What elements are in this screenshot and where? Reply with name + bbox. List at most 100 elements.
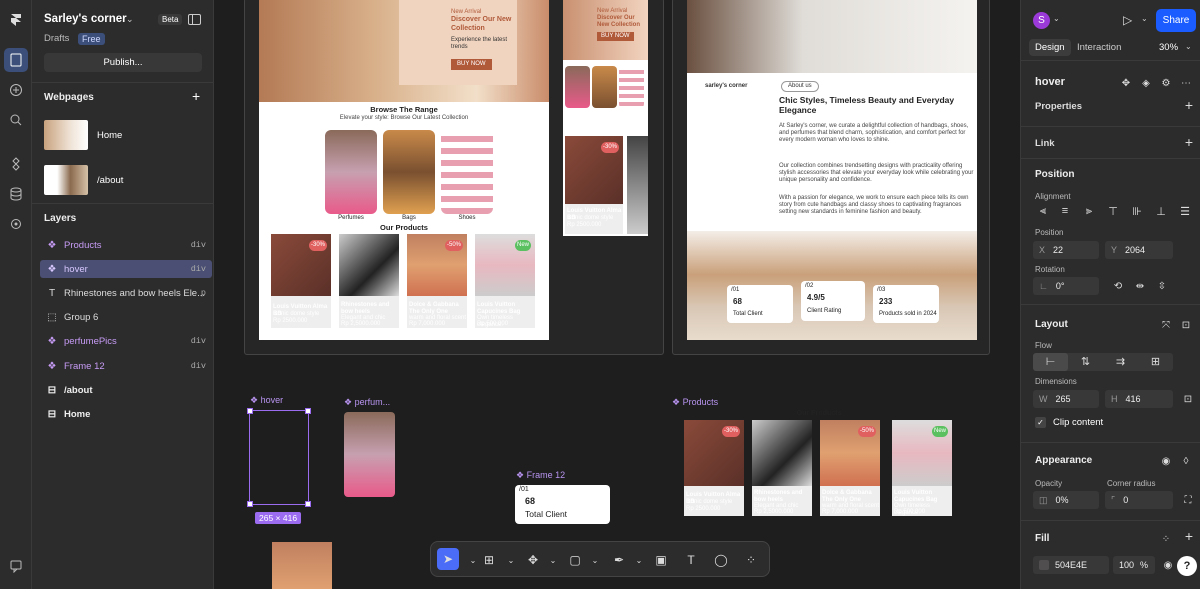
align-right-icon[interactable]: ⫸: [1077, 205, 1101, 223]
hover-label[interactable]: ❖ hover: [250, 395, 283, 406]
avatar[interactable]: S: [1033, 12, 1050, 29]
chevron-down-icon[interactable]: ⌄: [501, 550, 521, 570]
clip-checkbox[interactable]: ✓: [1035, 417, 1046, 428]
perfume-preview-image[interactable]: [272, 542, 332, 589]
flow-grid-icon[interactable]: ⊞: [1138, 353, 1173, 371]
publish-button[interactable]: Publish...: [44, 53, 202, 72]
visibility-eye-icon[interactable]: ◉: [1157, 452, 1175, 470]
component-icon[interactable]: ✥: [1117, 74, 1135, 92]
variant-icon[interactable]: ◈: [1137, 74, 1155, 92]
layer-hover[interactable]: ❖ hover div: [40, 260, 212, 278]
layer-text[interactable]: T Rhinestones and bow heels Ele... p: [40, 284, 212, 302]
radius-field[interactable]: ⌜ 0: [1105, 491, 1173, 509]
search-icon[interactable]: [4, 108, 28, 132]
rectangle-tool-icon[interactable]: ▢: [565, 550, 585, 570]
align-middle-icon[interactable]: ⊪: [1125, 205, 1149, 223]
y-field[interactable]: Y 2064: [1105, 241, 1173, 259]
remove-layout-icon[interactable]: ⤧: [1157, 316, 1175, 334]
add-page-icon[interactable]: +: [192, 88, 200, 104]
about-us-button[interactable]: About us: [781, 81, 819, 92]
settings-gear-icon[interactable]: [4, 212, 28, 236]
play-preview-icon[interactable]: ▷: [1123, 13, 1132, 27]
home-thumbnail[interactable]: [44, 120, 88, 150]
layer-perfumepics[interactable]: ❖ perfumePics div: [40, 332, 212, 350]
select-tool-icon[interactable]: ➤: [437, 548, 459, 570]
tab-design[interactable]: Design: [1029, 39, 1071, 56]
opacity-field[interactable]: ◫ 0%: [1033, 491, 1099, 509]
flip-h-icon[interactable]: ⇹: [1131, 277, 1149, 295]
feedback-icon[interactable]: [4, 554, 28, 578]
product-card[interactable]: -50% Dolce & Gabbana The Only One warm a…: [407, 234, 467, 328]
distribute-icon[interactable]: ☰: [1173, 205, 1197, 223]
rotate-icon[interactable]: ⟲: [1109, 277, 1127, 295]
sidebar-toggle-icon[interactable]: [188, 14, 201, 25]
style-icon[interactable]: ⁘: [1157, 530, 1175, 548]
comment-tool-icon[interactable]: ◯: [711, 550, 731, 570]
canvas[interactable]: New Arrival Discover Our New Collection …: [214, 0, 1020, 589]
flow-vertical-icon[interactable]: ⇅: [1068, 353, 1103, 371]
add-property-icon[interactable]: +: [1185, 97, 1193, 113]
align-top-icon[interactable]: ⊤: [1101, 205, 1125, 223]
about-thumbnail[interactable]: [44, 165, 88, 195]
fill-visibility-icon[interactable]: ◉: [1159, 556, 1177, 574]
cms-icon[interactable]: [4, 182, 28, 206]
chevron-down-icon[interactable]: ⌄: [585, 550, 605, 570]
frame12-label[interactable]: ❖ Frame 12: [516, 470, 565, 481]
buy-now-button[interactable]: BUY NOW: [451, 59, 492, 70]
plan-badge[interactable]: Free: [78, 33, 105, 45]
page-home[interactable]: Home: [97, 130, 122, 141]
help-icon[interactable]: ?: [1177, 556, 1197, 576]
corners-icon[interactable]: ⛶: [1179, 491, 1197, 509]
element-name[interactable]: hover: [1035, 76, 1065, 88]
frame12-card[interactable]: /01 68 Total Client: [515, 485, 610, 524]
share-button[interactable]: Share: [1156, 9, 1196, 32]
x-field[interactable]: X 22: [1033, 241, 1099, 259]
flip-v-icon[interactable]: ⇳: [1153, 277, 1171, 295]
add-link-icon[interactable]: +: [1185, 134, 1193, 150]
adjust-icon[interactable]: ⚙: [1157, 74, 1175, 92]
layer-home-page[interactable]: ⊟ Home: [40, 405, 212, 423]
flow-stack-icon[interactable]: ⊢: [1033, 353, 1068, 371]
products-label[interactable]: ❖ Products: [672, 397, 718, 408]
products-component[interactable]: Our Products -30% Louis Vuitton Alma BB Ic…: [684, 410, 954, 518]
chevron-down-icon[interactable]: ⌄: [1053, 14, 1060, 23]
chevron-down-icon[interactable]: ⌄: [1141, 14, 1148, 23]
more-icon[interactable]: ⋯: [1177, 74, 1195, 92]
fill-opacity-field[interactable]: 100%: [1113, 556, 1155, 574]
insert-icon[interactable]: [4, 78, 28, 102]
mobile-buy-now[interactable]: BUY NOW: [597, 32, 634, 41]
align-center-h-icon[interactable]: ≡: [1053, 205, 1077, 223]
pen-tool-icon[interactable]: ✒: [609, 550, 629, 570]
add-fill-icon[interactable]: +: [1185, 528, 1193, 544]
zoom-level[interactable]: 30%: [1159, 42, 1178, 53]
image-tool-icon[interactable]: ▣: [651, 550, 671, 570]
layer-about-page[interactable]: ⊟/about: [40, 381, 212, 399]
page-about[interactable]: /about: [97, 175, 123, 186]
layer-frame12[interactable]: ❖ Frame 12 div: [40, 357, 212, 375]
align-bottom-icon[interactable]: ⊥: [1149, 205, 1173, 223]
align-left-icon[interactable]: ⫷: [1033, 205, 1053, 223]
plugins-icon[interactable]: ⁘: [741, 550, 761, 570]
perfume-pics[interactable]: [344, 412, 395, 497]
about-frame[interactable]: sarley's corner About us Chic Styles, Ti…: [672, 0, 990, 355]
framer-logo-icon[interactable]: [4, 8, 28, 32]
layer-group6[interactable]: ⬚ Group 6: [40, 308, 212, 326]
text-tool-icon[interactable]: T: [681, 550, 701, 570]
pages-icon[interactable]: [4, 48, 28, 72]
perfume-label[interactable]: ❖ perfum...: [344, 397, 390, 408]
tab-interaction[interactable]: Interaction: [1077, 42, 1121, 53]
components-icon[interactable]: [4, 152, 28, 176]
width-field[interactable]: W 265: [1033, 390, 1099, 408]
layer-products[interactable]: ❖ Products div: [40, 236, 212, 254]
product-card[interactable]: -30% Louis Vuitton Alma BB Iconic dome s…: [271, 234, 331, 328]
rotation-field[interactable]: ∟ 0°: [1033, 277, 1099, 295]
chevron-down-icon[interactable]: ⌄: [1185, 42, 1192, 51]
fill-hex-field[interactable]: 504E4E: [1033, 556, 1109, 574]
product-card[interactable]: New Louis Vuitton Capucines Bag Own time…: [475, 234, 535, 328]
hover-selection[interactable]: [247, 408, 311, 507]
chevron-down-icon[interactable]: ⌄: [126, 14, 134, 25]
chevron-down-icon[interactable]: ⌄: [629, 550, 649, 570]
component-tool-icon[interactable]: ✥: [523, 550, 543, 570]
product-card[interactable]: Rhinestones and bow heels Elegant and ch…: [339, 234, 399, 328]
lock-ratio-icon[interactable]: ⊡: [1179, 390, 1197, 408]
